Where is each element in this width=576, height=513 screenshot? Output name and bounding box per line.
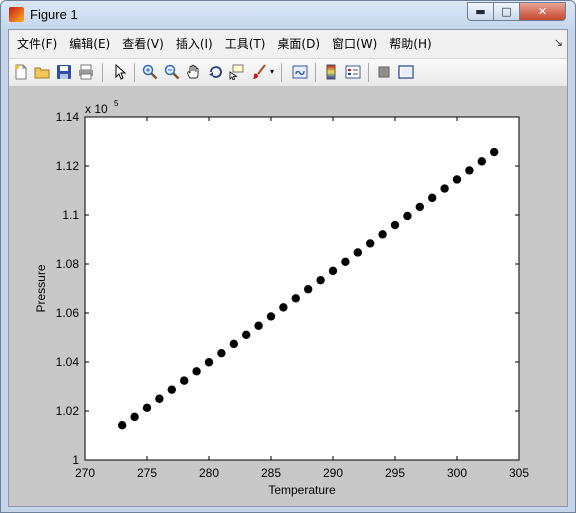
scatter-point[interactable] xyxy=(428,193,437,203)
scatter-point[interactable] xyxy=(279,303,288,312)
scatter-point[interactable] xyxy=(192,367,201,376)
x-tick-label: 295 xyxy=(385,466,405,480)
scatter-point[interactable] xyxy=(254,321,263,330)
figure-client-area: 文件(F) 编辑(E) 查看(V) 插入(I) 工具(T) 桌面(D) 窗口(W… xyxy=(8,29,568,507)
brush-icon[interactable] xyxy=(250,63,268,81)
data-cursor-icon[interactable] xyxy=(227,63,245,81)
y-tick-label: 1.1 xyxy=(62,208,79,222)
scatter-point[interactable] xyxy=(403,211,412,221)
x-tick-label: 285 xyxy=(261,466,281,480)
scatter-point[interactable] xyxy=(304,285,313,294)
maximize-button[interactable]: □ xyxy=(493,2,520,21)
scatter-point[interactable] xyxy=(118,421,127,430)
y-axis-multiplier: x 10 xyxy=(85,102,108,116)
x-tick-label: 280 xyxy=(199,466,219,480)
scatter-point[interactable] xyxy=(155,394,164,403)
scatter-plot: 270 275 280 285 290 295 300 305 1 1.02 1.04 1.06 1.0… xyxy=(34,99,529,497)
menu-help[interactable]: 帮助(H) xyxy=(383,35,437,52)
scatter-point[interactable] xyxy=(291,294,300,303)
y-tick-label: 1.04 xyxy=(56,355,80,369)
scatter-point[interactable] xyxy=(130,412,139,422)
scatter-point[interactable] xyxy=(167,385,176,394)
close-button[interactable]: ✕ xyxy=(519,2,566,21)
scatter-point[interactable] xyxy=(242,330,251,340)
scatter-point[interactable] xyxy=(180,376,189,385)
toolbar-separator xyxy=(368,63,369,82)
scatter-point[interactable] xyxy=(266,312,276,321)
x-tick-label: 275 xyxy=(137,466,157,480)
zoom-out-icon[interactable] xyxy=(163,63,181,81)
brush-dropdown-icon[interactable]: ▾ xyxy=(268,63,276,81)
menu-file[interactable]: 文件(F) xyxy=(11,35,63,52)
scatter-point[interactable] xyxy=(328,266,338,276)
y-tick-label: 1 xyxy=(72,453,79,467)
scatter-point[interactable] xyxy=(378,230,387,239)
menu-view[interactable]: 查看(V) xyxy=(116,35,170,52)
figure-toolbar: ▾ xyxy=(9,58,567,87)
save-icon[interactable] xyxy=(55,63,73,81)
open-folder-icon[interactable] xyxy=(33,63,51,81)
scatter-point[interactable] xyxy=(490,147,499,157)
scatter-point[interactable] xyxy=(316,275,325,285)
pan-hand-icon[interactable] xyxy=(185,63,203,81)
pointer-icon[interactable] xyxy=(111,63,129,81)
dock-arrow-icon[interactable]: ↘ xyxy=(554,36,563,49)
menu-tools[interactable]: 工具(T) xyxy=(219,35,272,52)
title-bar[interactable]: Figure 1 ▬ □ ✕ xyxy=(1,1,575,29)
y-axis-label: Pressure xyxy=(34,264,48,312)
scatter-point[interactable] xyxy=(217,348,226,358)
toolbar-separator xyxy=(134,63,135,82)
zoom-in-icon[interactable] xyxy=(141,63,159,81)
scatter-point[interactable] xyxy=(366,239,375,248)
hide-plot-tools-icon[interactable] xyxy=(375,63,393,81)
rotate-3d-icon[interactable] xyxy=(207,63,225,81)
scatter-point[interactable] xyxy=(415,202,424,212)
scatter-point[interactable] xyxy=(204,358,214,367)
print-icon[interactable] xyxy=(77,63,95,81)
new-figure-icon[interactable] xyxy=(12,63,30,81)
x-axis-label: Temperature xyxy=(268,483,336,497)
minimize-button[interactable]: ▬ xyxy=(467,2,494,21)
y-tick-label: 1.06 xyxy=(56,306,80,320)
scatter-point[interactable] xyxy=(477,157,486,166)
colorbar-icon[interactable] xyxy=(322,63,340,81)
x-tick-label: 305 xyxy=(509,466,529,480)
y-tick-label: 1.02 xyxy=(56,404,80,418)
figure-window: Figure 1 ▬ □ ✕ 文件(F) 编辑(E) 查看(V) 插入(I) 工… xyxy=(0,0,576,513)
scatter-point[interactable] xyxy=(341,257,350,266)
scatter-point[interactable] xyxy=(465,166,474,175)
scatter-point[interactable] xyxy=(142,403,152,413)
window-title: Figure 1 xyxy=(30,7,78,22)
x-tick-label: 270 xyxy=(75,466,95,480)
x-tick-label: 290 xyxy=(323,466,343,480)
toolbar-separator xyxy=(315,63,316,82)
y-axis-multiplier-exponent: 5 xyxy=(114,99,119,108)
scatter-point[interactable] xyxy=(452,175,462,184)
y-tick-label: 1.12 xyxy=(56,159,80,173)
link-plot-icon[interactable] xyxy=(291,63,309,81)
show-plot-tools-icon[interactable] xyxy=(397,63,415,81)
legend-icon[interactable] xyxy=(344,63,362,81)
y-tick-label: 1.14 xyxy=(56,110,80,124)
scatter-point[interactable] xyxy=(353,248,362,257)
x-tick-label: 300 xyxy=(447,466,467,480)
menu-edit[interactable]: 编辑(E) xyxy=(63,35,116,52)
menu-desktop[interactable]: 桌面(D) xyxy=(271,35,326,52)
scatter-point[interactable] xyxy=(229,339,238,349)
menu-bar: 文件(F) 编辑(E) 查看(V) 插入(I) 工具(T) 桌面(D) 窗口(W… xyxy=(9,30,567,57)
toolbar-separator xyxy=(102,63,103,82)
y-tick-label: 1.08 xyxy=(56,257,80,271)
figure-canvas: 270 275 280 285 290 295 300 305 1 1.02 1.04 1.06 1.0… xyxy=(9,86,567,506)
matlab-logo-icon xyxy=(9,7,24,22)
menu-window[interactable]: 窗口(W) xyxy=(326,35,383,52)
menu-insert[interactable]: 插入(I) xyxy=(170,35,219,52)
scatter-point[interactable] xyxy=(390,220,400,230)
toolbar-separator xyxy=(281,63,282,82)
scatter-point[interactable] xyxy=(440,184,449,193)
